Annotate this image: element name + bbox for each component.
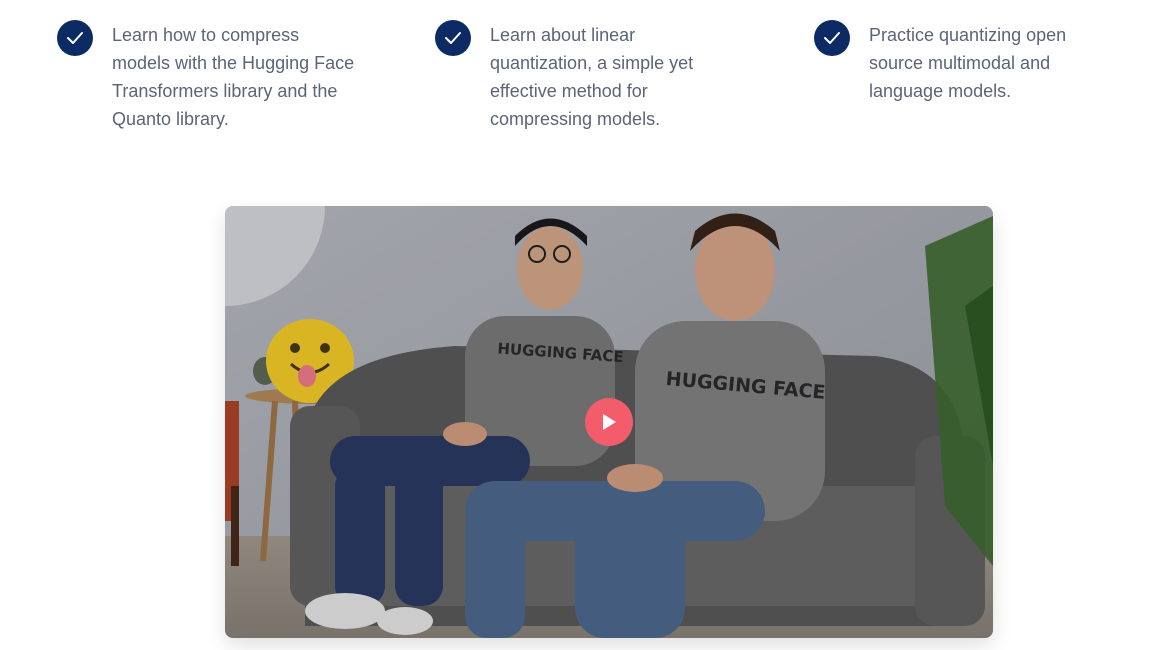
check-circle-icon [435,20,471,56]
feature-text: Learn how to compress models with the Hu… [112,25,355,129]
check-circle-icon [57,20,93,56]
play-button[interactable] [585,398,633,446]
feature-item: Learn how to compress models with the Hu… [57,20,362,133]
play-icon [603,414,616,430]
feature-item: Practice quantizing open source multimod… [814,20,1099,105]
feature-text: Practice quantizing open source multimod… [869,25,1067,101]
course-features: Learn how to compress models with the Hu… [0,0,1175,160]
video-player[interactable]: HUGGING FACE HUGGING FACE [225,206,993,638]
feature-text: Learn about linear quantization, a simpl… [490,25,694,129]
feature-item: Learn about linear quantization, a simpl… [435,20,740,133]
check-circle-icon [814,20,850,56]
